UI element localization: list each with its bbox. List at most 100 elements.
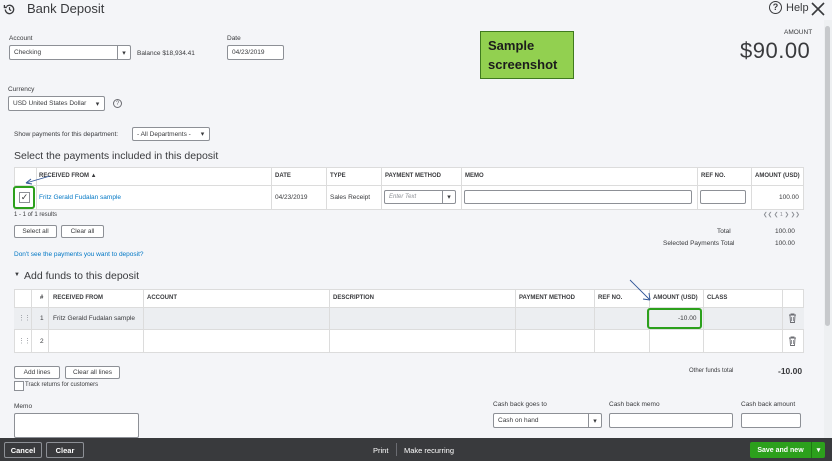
cancel-button[interactable]: Cancel bbox=[4, 442, 42, 458]
col-ref-no[interactable]: REF NO. bbox=[701, 173, 725, 179]
top-bar bbox=[0, 0, 832, 20]
col-date[interactable]: DATE bbox=[275, 173, 291, 179]
other-funds-total-label: Other funds total bbox=[689, 368, 734, 374]
account-value: Checking bbox=[14, 49, 42, 56]
balance-label: Balance bbox=[137, 50, 161, 57]
close-icon[interactable] bbox=[810, 1, 826, 17]
total-label: Total bbox=[717, 228, 731, 235]
clear-button[interactable]: Clear bbox=[46, 442, 84, 458]
add-lines-button[interactable]: Add lines bbox=[14, 366, 60, 379]
scrollbar-thumb[interactable] bbox=[825, 26, 830, 326]
cashback-amount-label: Cash back amount bbox=[741, 401, 796, 408]
col-amount[interactable]: AMOUNT (USD) bbox=[755, 173, 800, 179]
funds-row-divider bbox=[14, 329, 804, 330]
funds-section-title: Add funds to this deposit bbox=[24, 270, 139, 282]
print-button[interactable]: Print bbox=[373, 446, 388, 455]
select-all-button[interactable]: Select all bbox=[14, 225, 57, 238]
chevron-down-icon: ▾ bbox=[588, 414, 601, 427]
clear-all-lines-button[interactable]: Clear all lines bbox=[65, 366, 120, 379]
amount-value: $90.00 bbox=[740, 38, 811, 63]
col-divider bbox=[31, 289, 32, 353]
history-icon[interactable] bbox=[3, 3, 16, 16]
col-type[interactable]: TYPE bbox=[330, 173, 346, 179]
funds-row-num: 2 bbox=[40, 338, 44, 345]
track-returns-label: Track returns for customers bbox=[25, 382, 99, 388]
help-button[interactable]: ? Help bbox=[769, 1, 809, 14]
cashback-account-select[interactable]: Cash on hand ▾ bbox=[493, 413, 602, 428]
payment-method-select[interactable]: Enter Text ▾ bbox=[384, 190, 456, 204]
clear-all-button[interactable]: Clear all bbox=[61, 225, 104, 238]
missing-payments-link[interactable]: Don't see the payments you want to depos… bbox=[14, 251, 144, 258]
currency-value: USD United States Dollar bbox=[13, 100, 87, 107]
payment-memo-input[interactable] bbox=[464, 190, 692, 204]
funds-col-ref-no: REF NO. bbox=[598, 295, 623, 301]
funds-row-received-from[interactable]: Fritz Gerald Fudalan sample bbox=[53, 315, 135, 322]
balance-value: $18,934.41 bbox=[162, 50, 195, 57]
account-select[interactable]: Checking ▾ bbox=[9, 45, 131, 60]
results-count: 1 - 1 of 1 results bbox=[14, 212, 58, 218]
help-label: Help bbox=[786, 1, 809, 14]
annotation-line-1: Sample bbox=[488, 38, 535, 53]
account-label: Account bbox=[9, 35, 33, 42]
make-recurring-button[interactable]: Make recurring bbox=[404, 446, 454, 455]
trash-icon[interactable] bbox=[788, 336, 797, 346]
track-returns-checkbox[interactable] bbox=[14, 381, 24, 391]
funds-col-received-from: RECEIVED FROM bbox=[53, 295, 104, 301]
cashback-account-value: Cash on hand bbox=[498, 417, 539, 424]
funds-col-account: ACCOUNT bbox=[147, 295, 177, 301]
col-divider bbox=[48, 289, 49, 353]
cashback-amount-input[interactable] bbox=[741, 413, 801, 428]
payment-ref-input[interactable] bbox=[700, 190, 746, 204]
date-value: 04/23/2019 bbox=[232, 49, 265, 56]
help-icon: ? bbox=[769, 1, 782, 14]
funds-row-num: 1 bbox=[40, 315, 44, 322]
payment-received-from-link[interactable]: Fritz Gerald Fudalan sample bbox=[39, 194, 121, 201]
payments-header-divider bbox=[14, 185, 804, 186]
funds-col-num: # bbox=[40, 295, 44, 301]
save-and-new-label: Save and new bbox=[757, 446, 804, 454]
payment-amount: 100.00 bbox=[779, 194, 799, 201]
memo-textarea[interactable] bbox=[14, 413, 139, 438]
amount-label: AMOUNT bbox=[784, 29, 813, 36]
col-divider bbox=[461, 167, 462, 210]
info-icon[interactable]: ? bbox=[113, 99, 122, 108]
page-title: Bank Deposit bbox=[27, 1, 105, 16]
col-divider bbox=[782, 289, 783, 353]
currency-select[interactable]: USD United States Dollar ▾ bbox=[8, 96, 105, 111]
payment-date: 04/23/2019 bbox=[275, 194, 308, 201]
col-divider bbox=[381, 167, 382, 210]
save-and-new-button[interactable]: Save and new ▾ bbox=[750, 442, 825, 458]
balance-display: Balance $18,934.41 bbox=[137, 50, 195, 57]
col-divider bbox=[515, 289, 516, 353]
date-input[interactable]: 04/23/2019 bbox=[227, 45, 284, 60]
total-value: 100.00 bbox=[775, 228, 795, 235]
payment-row-checkbox[interactable]: ✓ bbox=[19, 192, 30, 203]
department-select[interactable]: - All Departments - ▾ bbox=[132, 127, 210, 141]
trash-icon[interactable] bbox=[788, 313, 797, 323]
cashback-memo-input[interactable] bbox=[609, 413, 733, 428]
chevron-down-icon: ▾ bbox=[117, 46, 130, 59]
chevron-down-icon: ▾ bbox=[200, 131, 205, 138]
col-divider bbox=[594, 289, 595, 353]
col-memo[interactable]: MEMO bbox=[465, 173, 484, 179]
memo-label: Memo bbox=[14, 403, 33, 410]
col-payment-method[interactable]: PAYMENT METHOD bbox=[385, 173, 441, 179]
currency-label: Currency bbox=[8, 86, 35, 93]
col-divider bbox=[751, 167, 752, 210]
drag-handle-icon[interactable]: ⋮⋮ bbox=[18, 337, 31, 345]
funds-col-class: CLASS bbox=[707, 295, 728, 301]
collapse-icon[interactable]: ▼ bbox=[14, 272, 20, 278]
selected-total-value: 100.00 bbox=[775, 240, 795, 247]
funds-row-amount[interactable]: -10.00 bbox=[678, 315, 696, 322]
chevron-down-icon[interactable]: ▾ bbox=[811, 442, 825, 458]
chevron-down-icon: ▾ bbox=[95, 100, 100, 108]
pagination[interactable]: ❮❮ ❮ 1 ❯ ❯❯ bbox=[763, 212, 800, 218]
chevron-down-icon: ▾ bbox=[442, 191, 455, 203]
col-divider bbox=[329, 289, 330, 353]
sample-annotation: Sample screenshot bbox=[480, 31, 574, 79]
annotation-line-2: screenshot bbox=[488, 57, 558, 72]
col-divider bbox=[703, 289, 704, 353]
department-value: - All Departments - bbox=[137, 130, 191, 138]
drag-handle-icon[interactable]: ⋮⋮ bbox=[18, 314, 31, 322]
selected-total-label: Selected Payments Total bbox=[663, 240, 735, 247]
